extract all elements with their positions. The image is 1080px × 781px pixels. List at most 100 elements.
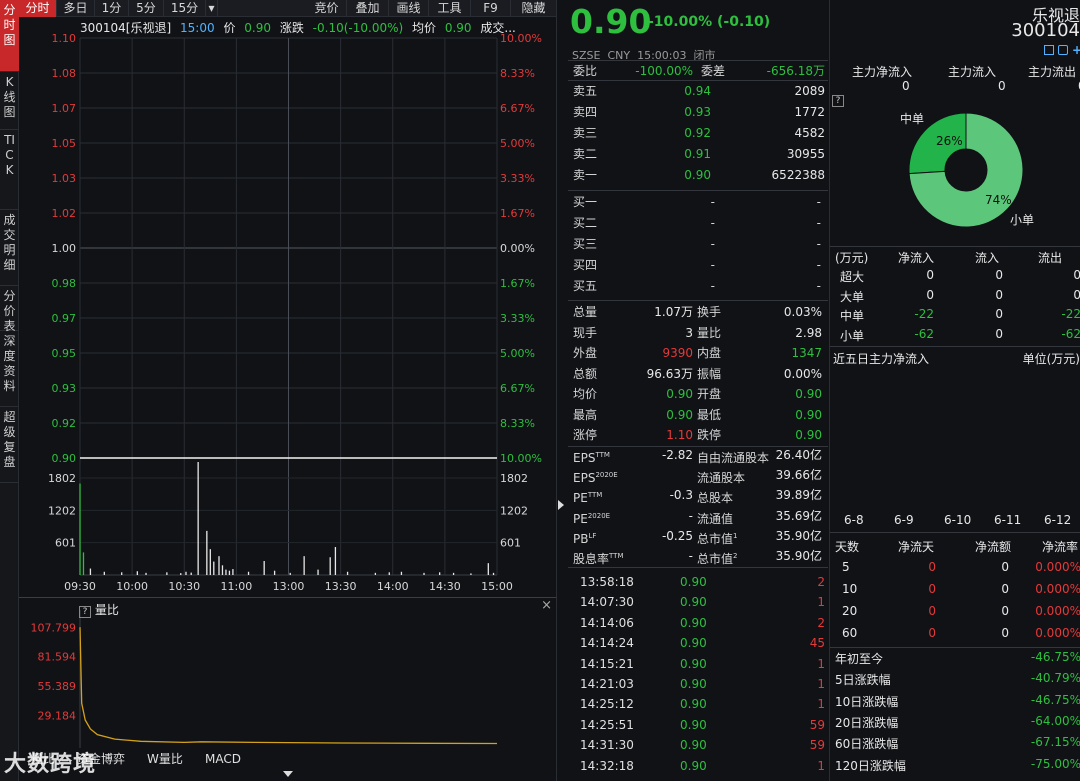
pct-tick-label: 1.67%	[500, 277, 535, 290]
days-value: 20	[842, 604, 858, 618]
performance-label: 10日涨跌幅	[835, 694, 899, 709]
pct-tick-label: 6.67%	[500, 102, 535, 115]
fundamental-label-sup: 2020E	[587, 511, 611, 520]
bid-row[interactable]: 买四 - -	[573, 255, 825, 275]
toolbar-tab-0[interactable]: 分时	[19, 0, 57, 17]
left-tab-0[interactable]: 分时图	[0, 0, 19, 72]
indicator-tab-3[interactable]: MACD	[205, 748, 241, 770]
five-day-title: 近五日主力净流入	[833, 352, 930, 366]
edit-icon[interactable]	[1044, 45, 1054, 55]
tick-time: 14:25:12	[580, 697, 634, 712]
fundamental-label-text: 股息率	[573, 552, 610, 566]
donut-mid-label: 中单	[900, 111, 924, 126]
stat-value: 0.90	[666, 387, 693, 401]
stat-label: 开盘	[697, 387, 722, 401]
add-icon[interactable]: +	[1072, 43, 1080, 57]
stat-value: 9390	[662, 346, 693, 360]
stat-label: 振幅	[697, 366, 722, 381]
toolbar-tab-2[interactable]: 1分	[95, 0, 129, 17]
stat-label: 最高	[573, 407, 598, 422]
volume-tick-label-right: 601	[500, 537, 521, 550]
price-tick-label: 0.93	[52, 382, 77, 395]
time-tick-label: 13:30	[325, 580, 357, 593]
bid-row[interactable]: 买二 - -	[573, 213, 825, 233]
toolbar-tab-1[interactable]: 多日	[57, 0, 95, 17]
ask-row[interactable]: 卖四 0.93 1772	[573, 102, 825, 122]
toolbar-tool-5[interactable]: 隐藏	[511, 0, 557, 17]
ask-price: 0.91	[684, 147, 711, 161]
toolbar-tab-3[interactable]: 5分	[129, 0, 164, 17]
ask-row[interactable]: 卖二 0.91 30955	[573, 144, 825, 164]
fundamental-label-text: PB	[573, 531, 589, 546]
price-tick-label: 0.98	[52, 277, 77, 290]
left-tab-2[interactable]: TICK	[0, 130, 19, 210]
indicator-tab-2[interactable]: W量比	[147, 748, 183, 770]
left-tab-5[interactable]: 深度资料	[0, 331, 19, 407]
pct-tick-label: 0.00%	[500, 242, 535, 255]
ask-row[interactable]: 卖三 0.92 4582	[573, 123, 825, 143]
stat-value: 96.63万	[646, 366, 693, 381]
fundamental-label-text: 总市值	[697, 552, 734, 566]
stat-row: 现手 3 量比 2.98	[573, 323, 825, 343]
price-tick-label: 1.00	[52, 242, 77, 255]
tick-row: 13:58:18 0.90 2	[580, 572, 825, 592]
ask-label: 卖五	[573, 84, 598, 98]
toolbar-tool-4[interactable]: F9	[471, 0, 511, 17]
price-tick-label: 0.92	[52, 417, 77, 430]
donut-mid-pct: 26%	[936, 134, 963, 148]
flow-value: 0	[902, 79, 910, 93]
expand-arrow-icon[interactable]	[283, 771, 293, 777]
left-tab-6[interactable]: 超级复盘	[0, 407, 19, 483]
bid-label: 买一	[573, 195, 598, 209]
flow-row-in: 0	[995, 268, 1003, 282]
tick-row: 14:21:03 0.90 1	[580, 674, 825, 694]
time-tick-label: 10:30	[168, 580, 200, 593]
info-time: 15:00	[180, 21, 215, 35]
performance-row: 10日涨跌幅 -46.75%	[830, 693, 1080, 713]
quote-panel: 0.90 -10.00% (-0.10) SZSE CNY 15:00:03 闭…	[568, 0, 828, 781]
bid-row[interactable]: 买五 - -	[573, 276, 825, 296]
flow-table-row: 小单 -62 0 -62	[830, 327, 1080, 346]
ask-row[interactable]: 卖一 0.90 6522388	[573, 165, 825, 185]
flow-row-net: 0	[926, 268, 934, 282]
alert-icon[interactable]	[1058, 45, 1068, 55]
bid-price: -	[710, 258, 715, 272]
bid-price: -	[710, 195, 715, 209]
separator	[830, 246, 1080, 247]
ask-row[interactable]: 卖五 0.94 2089	[573, 81, 825, 101]
ask-label: 卖三	[573, 126, 598, 140]
toolbar-tool-2[interactable]: 画线	[389, 0, 429, 17]
days-value: 60	[842, 626, 858, 640]
separator	[830, 346, 1080, 347]
fundamental-value: -0.25	[661, 528, 693, 543]
toolbar-tab-4[interactable]: 15分	[164, 0, 206, 17]
left-tab-4[interactable]: 分价表	[0, 286, 19, 333]
close-icon[interactable]: ×	[541, 598, 552, 613]
tick-volume: 1	[817, 677, 825, 691]
intraday-chart[interactable]: 1.10 10.00% 1.08 8.33% 1.07 6.67% 1.05 5.00% 1.0…	[19, 17, 557, 597]
toolbar-tool-0[interactable]: 竞价	[307, 0, 347, 17]
left-tab-3[interactable]: 成交明细	[0, 210, 19, 286]
stat-row: 总额 96.63万 振幅 0.00%	[573, 364, 825, 384]
days-net-rate: 0.000%	[1035, 560, 1080, 574]
days-header: 天数	[835, 540, 860, 554]
tick-row: 14:25:51 0.90 59	[580, 715, 825, 735]
left-tab-1[interactable]: K线图	[0, 72, 19, 130]
stat-label: 外盘	[573, 346, 598, 360]
toolbar-tool-1[interactable]: 叠加	[347, 0, 389, 17]
bid-row[interactable]: 买三 - -	[573, 234, 825, 254]
stat-label: 跌停	[697, 428, 722, 442]
flow-row-name: 小单	[840, 328, 865, 343]
tick-time: 14:25:51	[580, 717, 634, 732]
collapse-handle-icon[interactable]	[558, 500, 564, 510]
bid-row[interactable]: 买一 - -	[573, 192, 825, 212]
volume-tick-label: 1202	[48, 504, 76, 517]
days-net-rate: 0.000%	[1035, 582, 1080, 596]
toolbar-tool-3[interactable]: 工具	[429, 0, 471, 17]
toolbar-tab-5[interactable]: ▾	[206, 0, 218, 17]
bid-price: -	[710, 216, 715, 230]
days-net-days: 0	[928, 604, 936, 618]
help-icon[interactable]: ?	[79, 606, 91, 618]
tick-time: 14:14:24	[580, 636, 634, 651]
fundamental-label-text: 流通股本	[697, 471, 746, 486]
